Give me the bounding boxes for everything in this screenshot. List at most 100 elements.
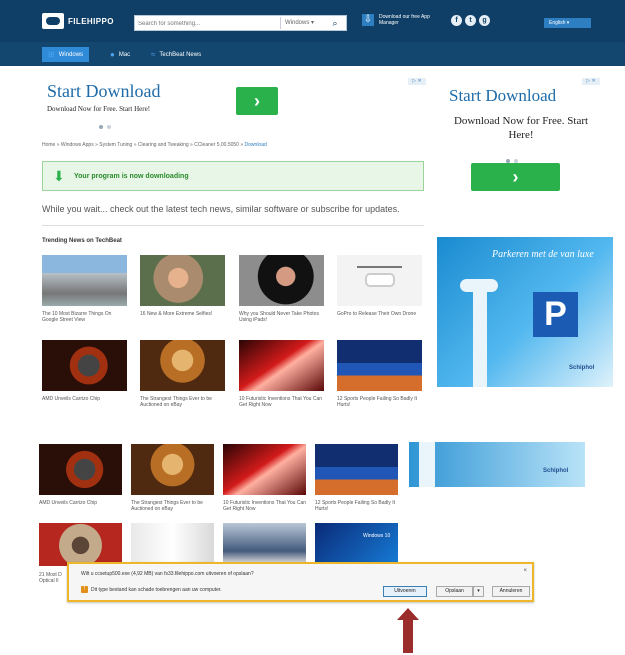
close-icon[interactable]: × <box>523 568 527 574</box>
apple-icon: ● <box>110 50 115 59</box>
parking-p-icon: P <box>533 292 578 337</box>
download-status-box: ⬇ Your program is now downloading <box>42 161 424 191</box>
google-plus-icon[interactable]: g <box>479 15 490 26</box>
trending-item[interactable]: 10 Futuristic Inventions That You Can Ge… <box>239 340 324 408</box>
twitter-icon[interactable]: t <box>465 15 476 26</box>
trending-caption[interactable]: 10 Futuristic Inventions That You Can Ge… <box>239 396 324 408</box>
up-arrow-annotation <box>397 608 419 653</box>
right-ad-title[interactable]: Start Download <box>449 86 556 106</box>
lower-caption[interactable]: The Strangest Things Ever to be Auctione… <box>131 500 216 512</box>
windows-10-label: Windows 10 <box>363 533 391 539</box>
trending-item[interactable]: 12 Sports People Failing So Badly It Hur… <box>337 340 422 408</box>
trending-item[interactable]: 16 New & More Extreme Selfies! <box>140 255 225 317</box>
bottom-caption[interactable]: 21 Most D Optical Il <box>39 572 67 584</box>
right-ad-subtitle: Download Now for Free. Start Here! <box>453 115 589 141</box>
search-icon[interactable]: ⌕ <box>326 17 344 29</box>
bottom-item[interactable] <box>223 523 308 563</box>
auction-thumbnail[interactable] <box>140 340 225 391</box>
lower-caption[interactable]: 10 Futuristic Inventions That You Can Ge… <box>223 500 308 512</box>
street-view-thumbnail[interactable] <box>42 255 127 306</box>
drone-thumbnail[interactable] <box>337 255 422 306</box>
app-manager-link[interactable]: ⇩ Download our free App Manager <box>362 14 435 26</box>
site-header: FILEHIPPO Windows ▾ ⌕ ⇩ Download our fre… <box>0 0 625 42</box>
search-input[interactable] <box>138 18 278 29</box>
tablet-thumbnail[interactable] <box>131 523 214 563</box>
cancel-button[interactable]: Annuleren <box>492 586 530 597</box>
windows-icon: ⊞ <box>48 50 55 59</box>
download-status-text: Your program is now downloading <box>74 173 189 180</box>
save-button[interactable]: Opslaan <box>436 586 473 597</box>
trending-item[interactable]: GoPro to Release Their Own Drone <box>337 255 422 317</box>
ipad-photo-thumbnail[interactable] <box>239 255 324 306</box>
nav-item-windows[interactable]: ⊞ Windows <box>42 47 90 62</box>
search-box[interactable]: Windows ▾ ⌕ <box>134 15 347 31</box>
selfie-thumbnail[interactable] <box>140 255 225 306</box>
signal-icon: ≈ <box>151 50 156 59</box>
trending-caption[interactable]: The 10 Most Bizarre Things On Google Str… <box>42 311 127 323</box>
breadcrumb: Home » Windows Apps » System Tuning » Cl… <box>42 142 267 148</box>
os-select[interactable]: Windows ▾ <box>280 17 324 29</box>
invention-thumbnail[interactable] <box>223 444 306 495</box>
trending-item[interactable]: The Strangest Things Ever to be Auctione… <box>140 340 225 408</box>
windows-10-thumbnail[interactable]: Windows 10 <box>315 523 398 563</box>
trending-caption[interactable]: The Strangest Things Ever to be Auctione… <box>140 396 225 408</box>
trending-caption[interactable]: GoPro to Release Their Own Drone <box>337 311 422 317</box>
top-ad-start-button[interactable]: › <box>236 87 278 115</box>
facebook-icon[interactable]: f <box>451 15 462 26</box>
trending-caption[interactable]: Why you Should Never Take Photos Using i… <box>239 311 324 323</box>
schiphol-ad-lower[interactable]: Schiphol <box>409 442 585 487</box>
sports-thumbnail[interactable] <box>337 340 422 391</box>
lower-caption[interactable]: AMD Unveils Carrizo Chip <box>39 500 124 506</box>
trending-item[interactable]: The 10 Most Bizarre Things On Google Str… <box>42 255 127 323</box>
ad-choices[interactable]: ▷ ✕ <box>408 78 426 85</box>
sports-thumbnail[interactable] <box>315 444 398 495</box>
schiphol-brand: Schiphol <box>569 365 595 371</box>
hippo-icon <box>42 13 64 29</box>
lower-item[interactable]: AMD Unveils Carrizo Chip <box>39 444 124 506</box>
filehippo-logo[interactable]: FILEHIPPO <box>42 13 114 29</box>
main-navigation: ⊞ Windows ● Mac ≈ TechBeat News <box>0 42 625 66</box>
top-ad-dots <box>97 116 113 134</box>
top-banner-ad: ▷ ✕ Start Download Download Now for Free… <box>42 76 426 129</box>
nav-item-techbeat-news[interactable]: ≈ TechBeat News <box>151 50 201 59</box>
trending-item[interactable]: Why you Should Never Take Photos Using i… <box>239 255 324 323</box>
trending-caption[interactable]: AMD Unveils Carrizo Chip <box>42 396 127 402</box>
divider <box>42 225 424 226</box>
social-links: f t g <box>451 15 490 26</box>
bottom-item[interactable]: Windows 10 <box>315 523 400 563</box>
language-selector[interactable]: English ▾ <box>544 18 591 28</box>
trending-caption[interactable]: 12 Sports People Failing So Badly It Hur… <box>337 396 422 408</box>
lower-item[interactable]: 12 Sports People Failing So Badly It Hur… <box>315 444 400 512</box>
bottom-item[interactable] <box>131 523 216 563</box>
nav-item-mac[interactable]: ● Mac <box>110 50 130 59</box>
schiphol-ad[interactable]: Parkeren met de van luxe P Schiphol <box>437 237 613 387</box>
save-dropdown-button[interactable]: ▾ <box>473 586 484 597</box>
download-warning: ! Dit type bestand kan schade toebrengen… <box>81 586 222 593</box>
lower-caption[interactable]: 12 Sports People Failing So Badly It Hur… <box>315 500 400 512</box>
top-ad-subtitle: Download Now for Free. Start Here! <box>47 105 151 113</box>
auction-thumbnail[interactable] <box>131 444 214 495</box>
download-arrow-icon: ⬇ <box>53 168 65 184</box>
schiphol-ad-text: Parkeren met de van luxe <box>492 249 594 260</box>
schiphol-brand-lower: Schiphol <box>543 468 569 474</box>
cabin-thumbnail[interactable] <box>223 523 306 563</box>
browser-download-bar: Wilt u ccsetup500.exe (4,92 MB) van fs33… <box>67 562 534 602</box>
right-banner-ad: ▷ ✕ Start Download Download Now for Free… <box>437 76 613 198</box>
breadcrumb-current[interactable]: Download <box>245 142 267 148</box>
breadcrumb-path[interactable]: Home » Windows Apps » System Tuning » Cl… <box>42 142 245 148</box>
right-ad-choices[interactable]: ▷ ✕ <box>582 78 600 85</box>
lower-item[interactable]: 10 Futuristic Inventions That You Can Ge… <box>223 444 308 512</box>
amd-chip-thumbnail[interactable] <box>39 444 122 495</box>
trending-caption[interactable]: 16 New & More Extreme Selfies! <box>140 311 225 317</box>
optical-illusion-thumbnail[interactable] <box>39 523 122 566</box>
run-button[interactable]: Uitvoeren <box>383 586 427 597</box>
download-icon: ⇩ <box>362 14 374 26</box>
invention-thumbnail[interactable] <box>239 340 324 391</box>
top-ad-title[interactable]: Start Download <box>47 81 160 102</box>
lower-item[interactable]: The Strangest Things Ever to be Auctione… <box>131 444 216 512</box>
right-ad-start-button[interactable]: › <box>471 163 560 191</box>
amd-chip-thumbnail[interactable] <box>42 340 127 391</box>
app-manager-label: Download our free App Manager <box>379 14 430 26</box>
trending-item[interactable]: AMD Unveils Carrizo Chip <box>42 340 127 402</box>
logo-text: FILEHIPPO <box>68 16 114 26</box>
